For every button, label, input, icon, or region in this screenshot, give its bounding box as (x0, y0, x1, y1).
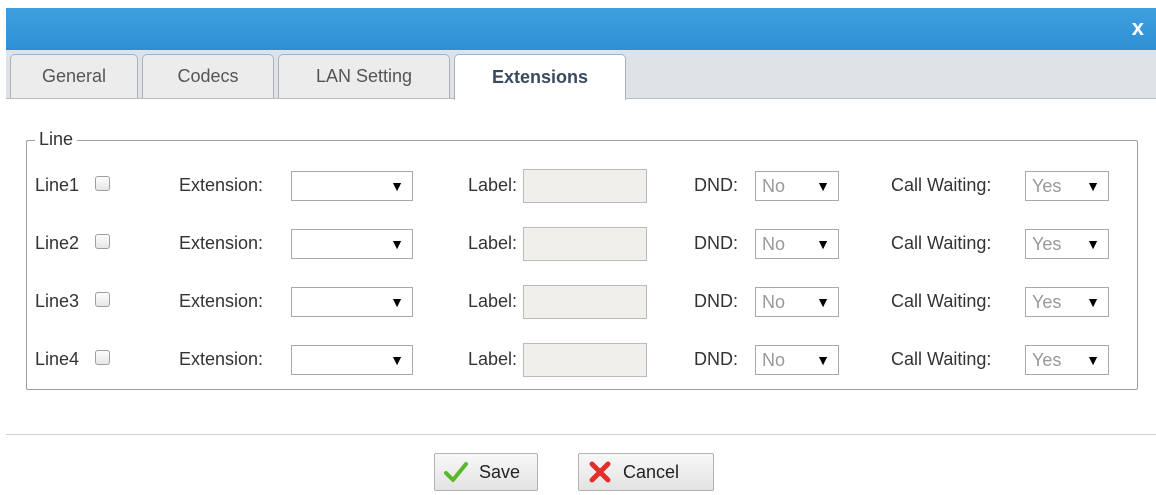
label-input[interactable] (523, 169, 647, 203)
tab-label: Codecs (177, 66, 239, 86)
extension-select[interactable]: ▼ (291, 229, 413, 259)
dnd-label: DND: (694, 291, 738, 311)
extension-label: Extension: (179, 233, 264, 253)
tab-bar: General Codecs LAN Setting Extensions (6, 50, 1156, 100)
label-label: Label: (468, 349, 518, 369)
tab-general[interactable]: General (10, 54, 138, 98)
dnd-select[interactable]: No ▼ (755, 171, 839, 201)
chevron-down-icon: ▼ (390, 352, 404, 368)
call-waiting-value: Yes (1032, 350, 1062, 370)
line-row: Line1 Extension: ▼ Label: DND: No ▼ Call… (27, 167, 1137, 205)
line-checkbox[interactable] (95, 176, 110, 191)
extension-label: Extension: (179, 349, 264, 369)
chevron-down-icon: ▼ (390, 294, 404, 310)
line-row: Line2 Extension: ▼ Label: DND: No ▼ Call… (27, 225, 1137, 263)
extension-select[interactable]: ▼ (291, 345, 413, 375)
chevron-down-icon: ▼ (390, 178, 404, 194)
tab-label: Extensions (491, 67, 589, 87)
call-waiting-select[interactable]: Yes ▼ (1025, 345, 1109, 375)
save-button[interactable]: Save (434, 453, 538, 491)
line-row: Line4 Extension: ▼ Label: DND: No ▼ Call… (27, 341, 1137, 379)
dnd-select[interactable]: No ▼ (755, 287, 839, 317)
cross-icon (585, 457, 615, 487)
line-checkbox[interactable] (95, 292, 110, 307)
label-input[interactable] (523, 343, 647, 377)
chevron-down-icon: ▼ (816, 236, 830, 252)
call-waiting-value: Yes (1032, 292, 1062, 312)
chevron-down-icon: ▼ (816, 294, 830, 310)
line-checkbox[interactable] (95, 234, 110, 249)
call-waiting-value: Yes (1032, 234, 1062, 254)
save-label: Save (479, 461, 521, 482)
line-label: Line4 (35, 349, 80, 369)
chevron-down-icon: ▼ (1086, 178, 1100, 194)
chevron-down-icon: ▼ (1086, 294, 1100, 310)
footer-divider (6, 434, 1156, 435)
fieldset-legend: Line (35, 129, 78, 150)
dnd-select[interactable]: No ▼ (755, 229, 839, 259)
dnd-value: No (762, 176, 786, 196)
extension-label: Extension: (179, 175, 264, 195)
line-label: Line2 (35, 233, 80, 253)
tab-label: LAN Setting (315, 66, 413, 86)
tab-lan-setting[interactable]: LAN Setting (278, 54, 450, 98)
label-input[interactable] (523, 285, 647, 319)
cancel-button[interactable]: Cancel (578, 453, 714, 491)
checkmark-icon (441, 457, 471, 487)
extension-select[interactable]: ▼ (291, 171, 413, 201)
line-label: Line1 (35, 175, 80, 195)
dnd-label: DND: (694, 233, 738, 253)
dnd-value: No (762, 234, 786, 254)
extension-label: Extension: (179, 291, 264, 311)
call-waiting-select[interactable]: Yes ▼ (1025, 287, 1109, 317)
label-label: Label: (468, 291, 518, 311)
line-checkbox[interactable] (95, 350, 110, 365)
tab-codecs[interactable]: Codecs (142, 54, 274, 98)
header-stub (0, 0, 1156, 8)
dnd-value: No (762, 350, 786, 370)
label-input[interactable] (523, 227, 647, 261)
tab-extensions[interactable]: Extensions (454, 54, 626, 100)
dnd-select[interactable]: No ▼ (755, 345, 839, 375)
cancel-label: Cancel (623, 461, 680, 482)
label-label: Label: (468, 175, 518, 195)
dnd-label: DND: (694, 175, 738, 195)
label-label: Label: (468, 233, 518, 253)
chevron-down-icon: ▼ (1086, 352, 1100, 368)
chevron-down-icon: ▼ (1086, 236, 1100, 252)
chevron-down-icon: ▼ (816, 352, 830, 368)
line-row: Line3 Extension: ▼ Label: DND: No ▼ Call… (27, 283, 1137, 321)
call-waiting-label: Call Waiting: (891, 291, 992, 311)
close-button[interactable]: x (1132, 16, 1144, 40)
call-waiting-label: Call Waiting: (891, 233, 992, 253)
call-waiting-label: Call Waiting: (891, 175, 992, 195)
line-fieldset: Line Line1 Extension: ▼ Label: DND: No ▼… (26, 129, 1138, 390)
call-waiting-value: Yes (1032, 176, 1062, 196)
call-waiting-label: Call Waiting: (891, 349, 992, 369)
dnd-label: DND: (694, 349, 738, 369)
tab-label: General (41, 66, 107, 86)
dialog-titlebar: x (6, 8, 1156, 50)
chevron-down-icon: ▼ (816, 178, 830, 194)
chevron-down-icon: ▼ (390, 236, 404, 252)
dnd-value: No (762, 292, 786, 312)
call-waiting-select[interactable]: Yes ▼ (1025, 229, 1109, 259)
extension-select[interactable]: ▼ (291, 287, 413, 317)
dialog-panel: General Codecs LAN Setting Extensions Li… (6, 50, 1156, 495)
line-label: Line3 (35, 291, 80, 311)
call-waiting-select[interactable]: Yes ▼ (1025, 171, 1109, 201)
